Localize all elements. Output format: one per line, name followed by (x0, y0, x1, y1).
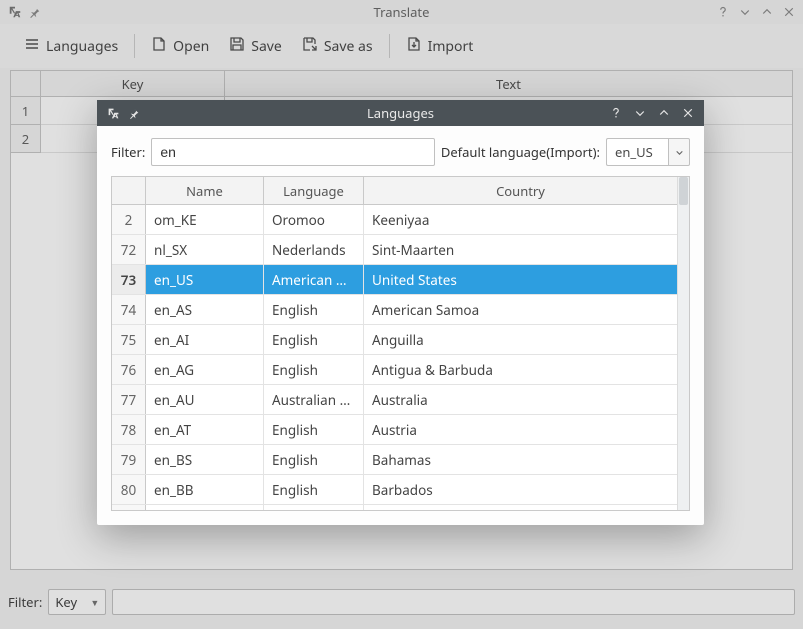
col-header-name[interactable]: Name (146, 177, 264, 204)
cell-name[interactable]: en_BB (146, 475, 264, 504)
cell-country[interactable]: Australia (364, 385, 677, 414)
close-icon[interactable] (682, 107, 694, 119)
cell-language[interactable]: English (264, 355, 364, 384)
maximize-icon[interactable] (658, 107, 670, 119)
cell-name[interactable]: en_US (146, 265, 264, 294)
cell-country[interactable]: Anguilla (364, 325, 677, 354)
cell-name[interactable]: en_AG (146, 355, 264, 384)
table-row[interactable]: 78en_ATEnglishAustria (112, 415, 677, 445)
scrollbar-thumb[interactable] (679, 177, 688, 205)
languages-dialog: Languages Filter: Default language(Impor… (97, 100, 704, 525)
row-number[interactable]: 80 (112, 475, 146, 504)
cell-country[interactable]: American Samoa (364, 295, 677, 324)
cell-country[interactable]: United States (364, 265, 677, 294)
cell-country[interactable]: Belgium (364, 505, 677, 511)
cell-country[interactable]: Bahamas (364, 445, 677, 474)
chevron-down-icon (675, 143, 684, 161)
cell-name[interactable]: en_AT (146, 415, 264, 444)
vertical-scrollbar[interactable] (677, 177, 689, 510)
help-icon[interactable] (610, 107, 622, 119)
col-header-language[interactable]: Language (264, 177, 364, 204)
cell-language[interactable]: English (264, 505, 364, 511)
cell-country[interactable]: Antigua & Barbuda (364, 355, 677, 384)
dialog-titlebar[interactable]: Languages (97, 100, 704, 126)
dialog-filter-input[interactable] (151, 138, 435, 166)
row-number[interactable]: 76 (112, 355, 146, 384)
cell-language[interactable]: American … (264, 265, 364, 294)
cell-country[interactable]: Sint-Maarten (364, 235, 677, 264)
cell-language[interactable]: English (264, 295, 364, 324)
cell-country[interactable]: Austria (364, 415, 677, 444)
minimize-icon[interactable] (634, 107, 646, 119)
table-row[interactable]: 75en_AIEnglishAnguilla (112, 325, 677, 355)
col-header-number[interactable] (112, 177, 146, 204)
combo-dropdown-button[interactable] (668, 138, 690, 166)
row-number[interactable]: 78 (112, 415, 146, 444)
pin-icon[interactable] (128, 108, 139, 119)
cell-name[interactable]: om_KE (146, 205, 264, 234)
col-header-country[interactable]: Country (364, 177, 677, 204)
default-language-label: Default language(Import): (441, 143, 600, 161)
table-row[interactable]: 74en_ASEnglishAmerican Samoa (112, 295, 677, 325)
dialog-filter-row: Filter: Default language(Import): en_US (97, 126, 704, 176)
cell-language[interactable]: English (264, 475, 364, 504)
cell-language[interactable]: English (264, 445, 364, 474)
cell-country[interactable]: Barbados (364, 475, 677, 504)
table-row[interactable]: 77en_AUAustralian …Australia (112, 385, 677, 415)
cell-name[interactable]: en_BE (146, 505, 264, 511)
cell-name[interactable]: en_BS (146, 445, 264, 474)
cell-language[interactable]: English (264, 415, 364, 444)
cell-name[interactable]: nl_SX (146, 235, 264, 264)
row-number[interactable]: 81 (112, 505, 146, 511)
table-row[interactable]: 79en_BSEnglishBahamas (112, 445, 677, 475)
row-number[interactable]: 74 (112, 295, 146, 324)
cell-language[interactable]: Australian … (264, 385, 364, 414)
row-number[interactable]: 72 (112, 235, 146, 264)
table-row[interactable]: 73en_USAmerican …United States (112, 265, 677, 295)
dialog-table-header: Name Language Country (112, 177, 677, 205)
cell-name[interactable]: en_AS (146, 295, 264, 324)
row-number[interactable]: 77 (112, 385, 146, 414)
row-number[interactable]: 79 (112, 445, 146, 474)
cell-language[interactable]: Nederlands (264, 235, 364, 264)
table-row[interactable]: 2om_KEOromooKeeniyaa (112, 205, 677, 235)
cell-name[interactable]: en_AI (146, 325, 264, 354)
cell-language[interactable]: English (264, 325, 364, 354)
row-number[interactable]: 73 (112, 265, 146, 294)
dialog-table: Name Language Country 2om_KEOromooKeeniy… (111, 176, 690, 511)
row-number[interactable]: 2 (112, 205, 146, 234)
row-number[interactable]: 75 (112, 325, 146, 354)
default-language-value[interactable]: en_US (606, 138, 668, 166)
translate-app-icon (107, 107, 120, 120)
cell-name[interactable]: en_AU (146, 385, 264, 414)
table-row[interactable]: 81en_BEEnglishBelgium (112, 505, 677, 511)
table-row[interactable]: 72nl_SXNederlandsSint-Maarten (112, 235, 677, 265)
dialog-filter-label: Filter: (111, 143, 145, 161)
table-row[interactable]: 76en_AGEnglishAntigua & Barbuda (112, 355, 677, 385)
cell-language[interactable]: Oromoo (264, 205, 364, 234)
default-language-combo[interactable]: en_US (606, 138, 690, 166)
table-row[interactable]: 80en_BBEnglishBarbados (112, 475, 677, 505)
cell-country[interactable]: Keeniyaa (364, 205, 677, 234)
